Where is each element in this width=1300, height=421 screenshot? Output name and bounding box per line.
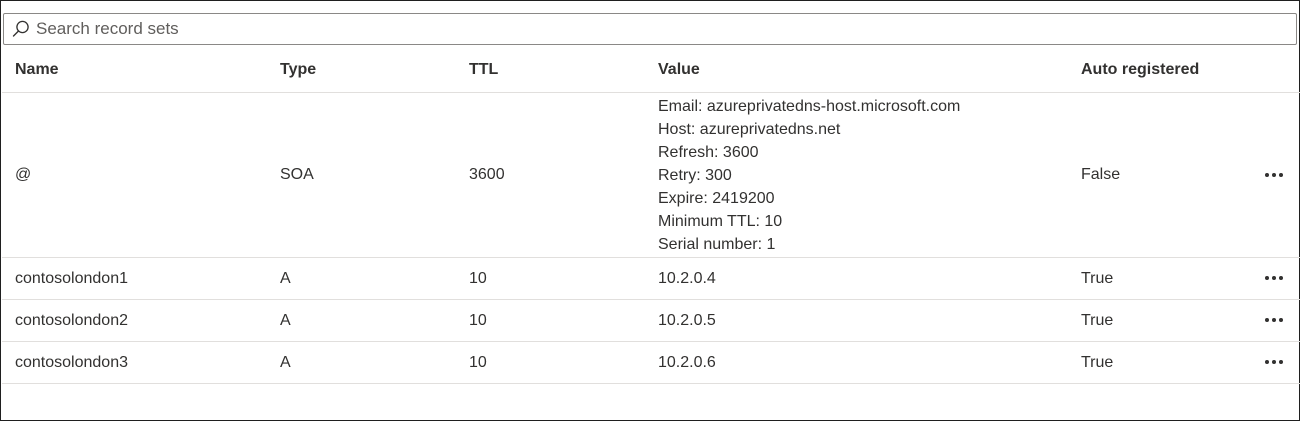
column-header-ttl[interactable]: TTL [469,47,658,93]
more-options-button[interactable] [1258,266,1290,290]
more-options-button[interactable] [1258,308,1290,332]
table-row[interactable]: contosolondon3 A 10 10.2.0.6 True [2,341,1300,384]
value-line-expire: Expire: 2419200 [658,189,775,207]
record-type: A [280,257,469,300]
record-sets-table: Name Type TTL Value Auto registered @ SO… [2,47,1300,384]
more-options-icon [1265,276,1283,280]
column-header-type[interactable]: Type [280,47,469,93]
record-actions [1256,341,1300,384]
more-options-button[interactable] [1258,163,1290,187]
value-line-refresh: Refresh: 3600 [658,143,759,161]
record-type: SOA [280,92,469,258]
record-sets-panel: Name Type TTL Value Auto registered @ SO… [0,0,1300,421]
column-header-value[interactable]: Value [658,47,1081,93]
more-options-icon [1265,360,1283,364]
record-name: @ [2,92,280,258]
record-type: A [280,299,469,342]
column-header-actions [1256,47,1300,93]
record-auto-registered: True [1081,299,1256,342]
column-header-name[interactable]: Name [2,47,280,93]
search-box[interactable] [3,13,1297,45]
record-ttl: 10 [469,341,658,384]
table-row[interactable]: contosolondon2 A 10 10.2.0.5 True [2,299,1300,342]
record-ttl: 10 [469,257,658,300]
more-options-icon [1265,318,1283,322]
record-value: Email: azureprivatedns-host.microsoft.co… [658,92,1081,258]
table-header-row: Name Type TTL Value Auto registered [2,47,1300,93]
record-actions [1256,299,1300,342]
record-value: 10.2.0.5 [658,299,1081,342]
record-ttl: 3600 [469,92,658,258]
record-auto-registered: True [1081,257,1256,300]
record-ttl: 10 [469,299,658,342]
value-line-minimum-ttl: Minimum TTL: 10 [658,212,783,230]
search-input[interactable] [32,15,1276,43]
value-line-host: Host: azureprivatedns.net [658,120,841,138]
record-actions [1256,257,1300,300]
more-options-icon [1265,172,1283,177]
table-row[interactable]: @ SOA 3600 Email: azureprivatedns-host.m… [2,92,1300,258]
value-line-retry: Retry: 300 [658,166,732,184]
record-value: 10.2.0.4 [658,257,1081,300]
record-type: A [280,341,469,384]
value-line-email: Email: azureprivatedns-host.microsoft.co… [658,97,961,115]
table-row[interactable]: contosolondon1 A 10 10.2.0.4 True [2,257,1300,300]
record-value: 10.2.0.6 [658,341,1081,384]
record-name: contosolondon1 [2,257,280,300]
more-options-button[interactable] [1258,350,1290,374]
record-auto-registered: True [1081,341,1256,384]
search-icon [10,18,32,40]
record-name: contosolondon3 [2,341,280,384]
record-name: contosolondon2 [2,299,280,342]
column-header-auto-registered[interactable]: Auto registered [1081,47,1256,93]
value-line-serial-number: Serial number: 1 [658,235,776,253]
record-auto-registered: False [1081,92,1256,258]
record-actions [1256,92,1300,258]
